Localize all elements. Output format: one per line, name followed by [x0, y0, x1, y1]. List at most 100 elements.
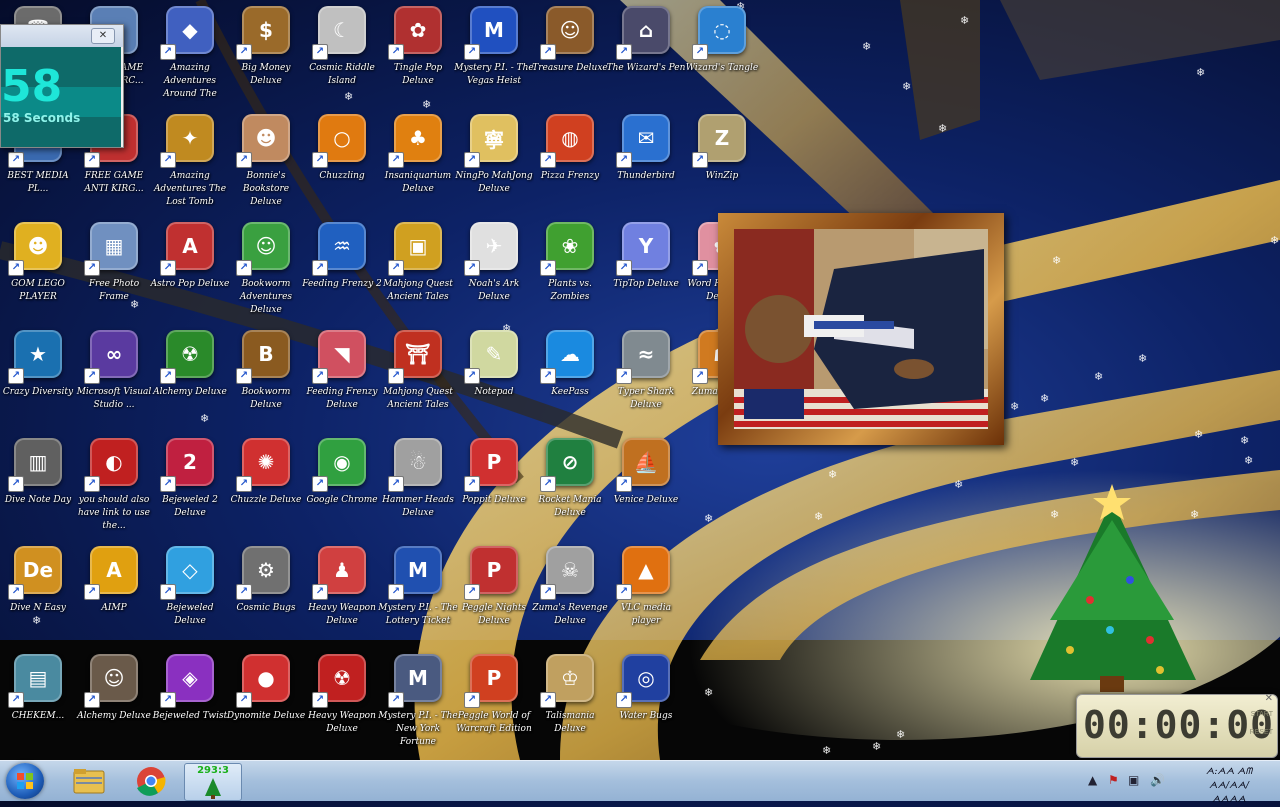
desktop-shortcut[interactable]: Z ↗ WinZip	[684, 114, 760, 218]
desktop-shortcut[interactable]: ◆↗Amazing Adventures Around The World	[152, 6, 228, 110]
desktop-shortcut[interactable]: ⚙ ↗ Cosmic Bugs	[228, 546, 304, 650]
desktop-shortcut[interactable]: ◥ ↗ Feeding Frenzy Deluxe	[304, 330, 380, 434]
desktop-shortcut[interactable]: ☃ ↗ Hammer Heads Deluxe	[380, 438, 456, 542]
desktop-shortcut[interactable]: A ↗ AIMP	[76, 546, 152, 650]
desktop-shortcut[interactable]: M ↗ Mystery P.I. - The Lottery Ticket	[378, 546, 458, 650]
gadget-titlebar[interactable]: ✕	[1, 25, 123, 47]
taskbar-explorer-button[interactable]	[62, 763, 116, 799]
flag-icon[interactable]: ⚑	[1108, 773, 1119, 787]
desktop-shortcut[interactable]: ♟ ↗ Heavy Weapon Deluxe	[304, 546, 380, 650]
desktop-shortcut[interactable]: ☻ ↗ Bonnie's Bookstore Deluxe	[228, 114, 304, 218]
app-icon: ☺ ↗	[236, 222, 290, 276]
desktop-shortcut[interactable]: M ↗ Mystery P.I. - The Vegas Heist	[454, 6, 534, 110]
shortcut-label: Bejeweled 2 Deluxe	[162, 495, 218, 518]
photo-frame-gadget[interactable]	[718, 213, 1004, 445]
desktop-shortcut[interactable]: ◐ ↗ you should also have link to use the..…	[76, 438, 152, 542]
desktop-shortcut[interactable]: ● ↗ Dynomite Deluxe	[227, 654, 305, 758]
desktop-shortcut[interactable]: P ↗ Poppit Deluxe	[456, 438, 532, 542]
desktop-shortcut[interactable]: ✈ ↗ Noah's Ark Deluxe	[456, 222, 532, 326]
desktop-shortcut[interactable]: ⌂ ↗ The Wizard's Pen	[607, 6, 685, 110]
shortcut-arrow-icon: ↗	[8, 584, 24, 600]
chevron-up-icon[interactable]: ▲	[1088, 773, 1097, 787]
desktop-shortcut[interactable]: ☺ ↗ Bookworm Adventures Deluxe	[228, 222, 304, 326]
desktop-shortcut[interactable]: ▲ ↗ VLC media player	[608, 546, 684, 650]
desktop-shortcut[interactable]: ✺ ↗ Chuzzle Deluxe	[228, 438, 304, 542]
system-clock[interactable]: ᗅ:ᗅᗅ ᗅᗰ ᗅᗅ/ᗅᗅ/ᗅᗅᗅᗅ	[1194, 765, 1264, 807]
desktop-shortcut[interactable]: A ↗ Astro Pop Deluxe	[151, 222, 229, 326]
desktop-shortcut[interactable]: P ↗ Peggle Nights Deluxe	[456, 546, 532, 650]
desktop-shortcut[interactable]: ♒ ↗ Feeding Frenzy 2	[302, 222, 382, 326]
app-icon: M ↗	[388, 546, 442, 600]
app-icon: ◎ ↗	[616, 654, 670, 708]
app-icon: ♣ ↗	[388, 114, 442, 168]
desktop-shortcut[interactable]: ✿ ↗ Tingle Pop Deluxe	[380, 6, 456, 110]
desktop-shortcut[interactable]: ▦ ↗ Free Photo Frame	[76, 222, 152, 326]
desktop-shortcut[interactable]: Y ↗ TipTop Deluxe	[608, 222, 684, 326]
desktop-shortcut[interactable]: ◇ ↗ Bejeweled Deluxe	[152, 546, 228, 650]
desktop-shortcut[interactable]: ☺ ↗ Alchemy Deluxe	[76, 654, 152, 758]
framed-photo	[734, 229, 988, 429]
shortcut-label: Venice Deluxe	[613, 495, 679, 505]
stopwatch-gadget[interactable]: 00:00:00 START RESET ✕	[1076, 693, 1278, 758]
desktop-shortcut[interactable]: ◎ ↗ Water Bugs	[608, 654, 684, 758]
app-icon: 寧 ↗	[464, 114, 518, 168]
shortcut-label: Noah's Ark Deluxe	[468, 279, 520, 302]
taskbar-active-app-button[interactable]: 293:3	[184, 763, 242, 801]
desktop-shortcut[interactable]: ☠ ↗ Zuma's Revenge Deluxe	[532, 546, 608, 650]
desktop-shortcut[interactable]: B ↗ Bookworm Deluxe	[228, 330, 304, 434]
portrait-image	[734, 229, 988, 429]
countdown-big-number: 58	[1, 61, 63, 112]
volume-icon[interactable]: 🔊	[1150, 773, 1165, 787]
close-button[interactable]: ✕	[91, 28, 115, 44]
start-button[interactable]	[6, 763, 44, 799]
desktop-shortcut[interactable]: $ ↗ Big Money Deluxe	[228, 6, 304, 110]
shortcut-arrow-icon: ↗	[464, 44, 480, 60]
desktop-shortcut[interactable]: ⛵ ↗ Venice Deluxe	[608, 438, 684, 542]
desktop-shortcut[interactable]: ☁ ↗ KeePass	[532, 330, 608, 434]
desktop-shortcut[interactable]: ★ ↗ Crazy Diversity	[0, 330, 76, 434]
desktop-shortcut[interactable]: ✉ ↗ Thunderbird	[608, 114, 684, 218]
desktop-shortcut[interactable]: ☻ ↗ GOM LEGO PLAYER	[0, 222, 76, 326]
desktop-shortcut[interactable]: ◍ ↗ Pizza Frenzy	[532, 114, 608, 218]
close-icon[interactable]: ✕	[1265, 693, 1273, 704]
desktop-shortcut[interactable]: ◉ ↗ Google Chrome	[304, 438, 380, 542]
desktop-shortcut[interactable]: ⛩ ↗ Mahjong Quest Ancient Tales	[380, 330, 456, 434]
countdown-seconds-label: 58 Seconds	[3, 111, 81, 125]
desktop-shortcut[interactable]: ▤ ↗ CHEKEM...	[0, 654, 76, 758]
desktop-shortcut[interactable]: ✎ ↗ Notepad	[456, 330, 532, 434]
taskbar-chrome-button[interactable]	[124, 763, 178, 799]
desktop-shortcut[interactable]: ≈ ↗ Typer Shark Deluxe	[608, 330, 684, 434]
desktop-shortcut[interactable]: 寧 ↗ NingPo MahJong Deluxe	[455, 114, 533, 218]
stopwatch-reset-button[interactable]: RESET	[1250, 729, 1273, 736]
network-icon[interactable]: ▣	[1128, 773, 1139, 787]
desktop-shortcut[interactable]: ◌ ↗ Wizard's Tangle	[684, 6, 760, 110]
stopwatch-start-button[interactable]: START	[1251, 711, 1273, 718]
clock-time: ᗅ:ᗅᗅ ᗅᗰ	[1205, 767, 1253, 777]
desktop-shortcut[interactable]: 2 ↗ Bejeweled 2 Deluxe	[152, 438, 228, 542]
desktop-shortcut[interactable]: ⊘ ↗ Rocket Mania Deluxe	[532, 438, 608, 542]
desktop-shortcut[interactable]: ∞ ↗ Microsoft Visual Studio ...	[76, 330, 152, 434]
desktop-shortcut[interactable]: ▣ ↗ Mahjong Quest Ancient Tales	[380, 222, 456, 326]
desktop-shortcut[interactable]: M ↗ Mystery P.I. - The New York Fortune	[378, 654, 458, 758]
desktop-shortcut[interactable]: ▥ ↗ Dive Note Day	[0, 438, 76, 542]
desktop-shortcut[interactable]: ◈ ↗ Bejeweled Twist	[152, 654, 228, 758]
app-icon: ◥ ↗	[312, 330, 366, 384]
desktop-shortcut[interactable]: ❀ ↗ Plants vs. Zombies	[532, 222, 608, 326]
shortcut-label: Mystery P.I. - The Vegas Heist	[454, 63, 534, 86]
desktop-shortcut[interactable]: ✦ ↗ Amazing Adventures The Lost Tomb	[152, 114, 228, 218]
app-icon: ≈ ↗	[616, 330, 670, 384]
shortcut-arrow-icon: ↗	[616, 368, 632, 384]
shortcut-label: KeePass	[551, 387, 589, 397]
desktop-shortcut[interactable]: ☢ ↗ Heavy Weapon Deluxe	[304, 654, 380, 758]
desktop-shortcut[interactable]: ☢ ↗ Alchemy Deluxe	[152, 330, 228, 434]
desktop-shortcut[interactable]: ☺ ↗ Treasure Deluxe	[532, 6, 608, 110]
desktop-shortcut[interactable]: P ↗ Peggle World of Warcraft Edition	[456, 654, 532, 758]
countdown-gadget[interactable]: ✕ 58 58 Seconds	[0, 24, 124, 148]
shortcut-label: GOM LEGO PLAYER	[11, 279, 65, 302]
desktop-shortcut[interactable]: ○ ↗ Chuzzling	[304, 114, 380, 218]
desktop-shortcut[interactable]: ♔ ↗ Talismania Deluxe	[532, 654, 608, 758]
desktop-shortcut[interactable]: De ↗ Dive N Easy	[0, 546, 76, 650]
desktop-shortcut[interactable]: ♣ ↗ Insaniquarium Deluxe	[380, 114, 456, 218]
shortcut-arrow-icon: ↗	[540, 584, 556, 600]
desktop-shortcut[interactable]: ☾ ↗ Cosmic Riddle Island	[304, 6, 380, 110]
